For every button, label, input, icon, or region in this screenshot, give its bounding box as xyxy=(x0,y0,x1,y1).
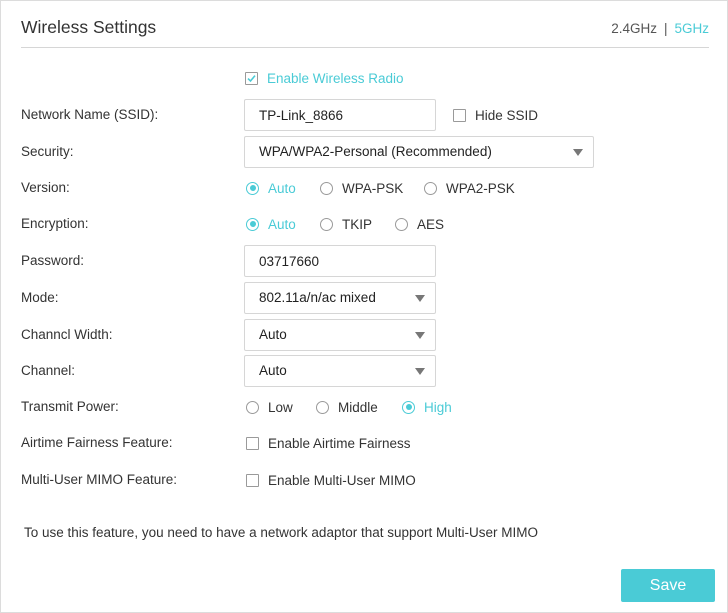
enable-airtime-fairness-checkbox[interactable]: Enable Airtime Fairness xyxy=(246,427,411,459)
ssid-row: Network Name (SSID): Hide SSID xyxy=(1,99,728,131)
channel-select[interactable]: Auto xyxy=(244,355,436,387)
channel-row: Channel: Auto xyxy=(1,355,728,387)
chevron-down-icon xyxy=(415,368,425,375)
encryption-option-label: TKIP xyxy=(342,216,373,232)
airtime-fairness-row: Airtime Fairness Feature: Enable Airtime… xyxy=(1,427,728,459)
mode-select[interactable]: 802.11a/n/ac mixed xyxy=(244,282,436,314)
radio-unselected-icon xyxy=(316,400,329,414)
channel-width-value: Auto xyxy=(259,327,287,342)
transmit-power-radio-high[interactable]: High xyxy=(402,391,452,423)
mu-mimo-note: To use this feature, you need to have a … xyxy=(24,525,539,540)
radio-selected-icon xyxy=(246,217,259,231)
enable-mu-mimo-label: Enable Multi-User MIMO xyxy=(268,472,416,488)
version-option-label: WPA-PSK xyxy=(342,180,404,196)
hide-ssid-label: Hide SSID xyxy=(475,107,539,123)
page-title: Wireless Settings xyxy=(21,17,157,37)
security-value: WPA/WPA2-Personal (Recommended) xyxy=(259,144,492,159)
ssid-input[interactable] xyxy=(244,99,436,131)
transmit-power-row: Transmit Power: Low Middle High xyxy=(1,391,728,423)
hide-ssid-checkbox[interactable]: Hide SSID xyxy=(453,99,538,131)
enable-radio-row: Enable Wireless Radio xyxy=(1,62,728,94)
password-row: Password: xyxy=(1,245,728,277)
channel-width-row: Channcl Width: Auto xyxy=(1,319,728,351)
radio-unselected-icon xyxy=(320,217,333,231)
checkbox-unchecked-icon xyxy=(453,108,466,122)
transmit-power-radio-middle[interactable]: Middle xyxy=(316,391,378,423)
channel-width-label: Channcl Width: xyxy=(21,327,113,342)
mode-value: 802.11a/n/ac mixed xyxy=(259,290,376,305)
security-select[interactable]: WPA/WPA2-Personal (Recommended) xyxy=(244,136,594,168)
radio-unselected-icon xyxy=(320,181,333,195)
encryption-row: Encryption: Auto TKIP AES xyxy=(1,208,728,240)
enable-wireless-radio-label: Enable Wireless Radio xyxy=(267,70,404,86)
encryption-option-label: AES xyxy=(417,216,445,232)
version-radio-wpa2-psk[interactable]: WPA2-PSK xyxy=(424,172,515,204)
version-label: Version: xyxy=(21,180,70,195)
settings-panel: Wireless Settings 2.4GHz | 5GHz Enable Wir… xyxy=(0,0,728,613)
chevron-down-icon xyxy=(415,332,425,339)
enable-mu-mimo-checkbox[interactable]: Enable Multi-User MIMO xyxy=(246,464,416,496)
panel-header: Wireless Settings 2.4GHz | 5GHz xyxy=(21,1,709,48)
band-switcher: 2.4GHz | 5GHz xyxy=(611,21,709,36)
checkbox-unchecked-icon xyxy=(246,473,259,487)
enable-airtime-fairness-label: Enable Airtime Fairness xyxy=(268,435,411,451)
encryption-label: Encryption: xyxy=(21,216,89,231)
version-radio-wpa-psk[interactable]: WPA-PSK xyxy=(320,172,403,204)
chevron-down-icon xyxy=(573,149,583,156)
save-button[interactable]: Save xyxy=(621,569,715,602)
mu-mimo-row: Multi-User MIMO Feature: Enable Multi-Us… xyxy=(1,464,728,496)
channel-width-select[interactable]: Auto xyxy=(244,319,436,351)
band-separator: | xyxy=(663,21,668,36)
checkbox-checked-icon xyxy=(245,71,258,85)
version-option-label: WPA2-PSK xyxy=(446,180,515,196)
radio-unselected-icon xyxy=(395,217,408,231)
version-row: Version: Auto WPA-PSK WPA2-PSK xyxy=(1,172,728,204)
transmit-power-option-label: Middle xyxy=(338,399,378,415)
enable-wireless-radio-checkbox[interactable]: Enable Wireless Radio xyxy=(245,62,404,94)
security-row: Security: WPA/WPA2-Personal (Recommended… xyxy=(1,136,728,168)
channel-value: Auto xyxy=(259,363,287,378)
airtime-fairness-label: Airtime Fairness Feature: xyxy=(21,435,173,450)
radio-unselected-icon xyxy=(424,181,437,195)
encryption-radio-aes[interactable]: AES xyxy=(395,208,444,240)
mu-mimo-label: Multi-User MIMO Feature: xyxy=(21,472,178,487)
encryption-radio-auto[interactable]: Auto xyxy=(246,208,296,240)
security-label: Security: xyxy=(21,144,74,159)
mode-label: Mode: xyxy=(21,290,59,305)
chevron-down-icon xyxy=(415,295,425,302)
transmit-power-option-label: High xyxy=(424,399,452,415)
transmit-power-radio-low[interactable]: Low xyxy=(246,391,293,423)
version-option-label: Auto xyxy=(268,180,296,196)
encryption-radio-tkip[interactable]: TKIP xyxy=(320,208,372,240)
ssid-label: Network Name (SSID): xyxy=(21,107,159,122)
radio-unselected-icon xyxy=(246,400,259,414)
version-radio-auto[interactable]: Auto xyxy=(246,172,296,204)
password-input[interactable] xyxy=(244,245,436,277)
checkbox-unchecked-icon xyxy=(246,436,259,450)
transmit-power-label: Transmit Power: xyxy=(21,399,119,414)
radio-selected-icon xyxy=(246,181,259,195)
band-5ghz-link[interactable]: 5GHz xyxy=(674,21,709,36)
transmit-power-option-label: Low xyxy=(268,399,293,415)
band-2-4ghz-link[interactable]: 2.4GHz xyxy=(611,21,657,36)
mode-row: Mode: 802.11a/n/ac mixed xyxy=(1,282,728,314)
channel-label: Channel: xyxy=(21,363,76,378)
encryption-option-label: Auto xyxy=(268,216,296,232)
radio-selected-icon xyxy=(402,400,415,414)
password-label: Password: xyxy=(21,253,85,268)
